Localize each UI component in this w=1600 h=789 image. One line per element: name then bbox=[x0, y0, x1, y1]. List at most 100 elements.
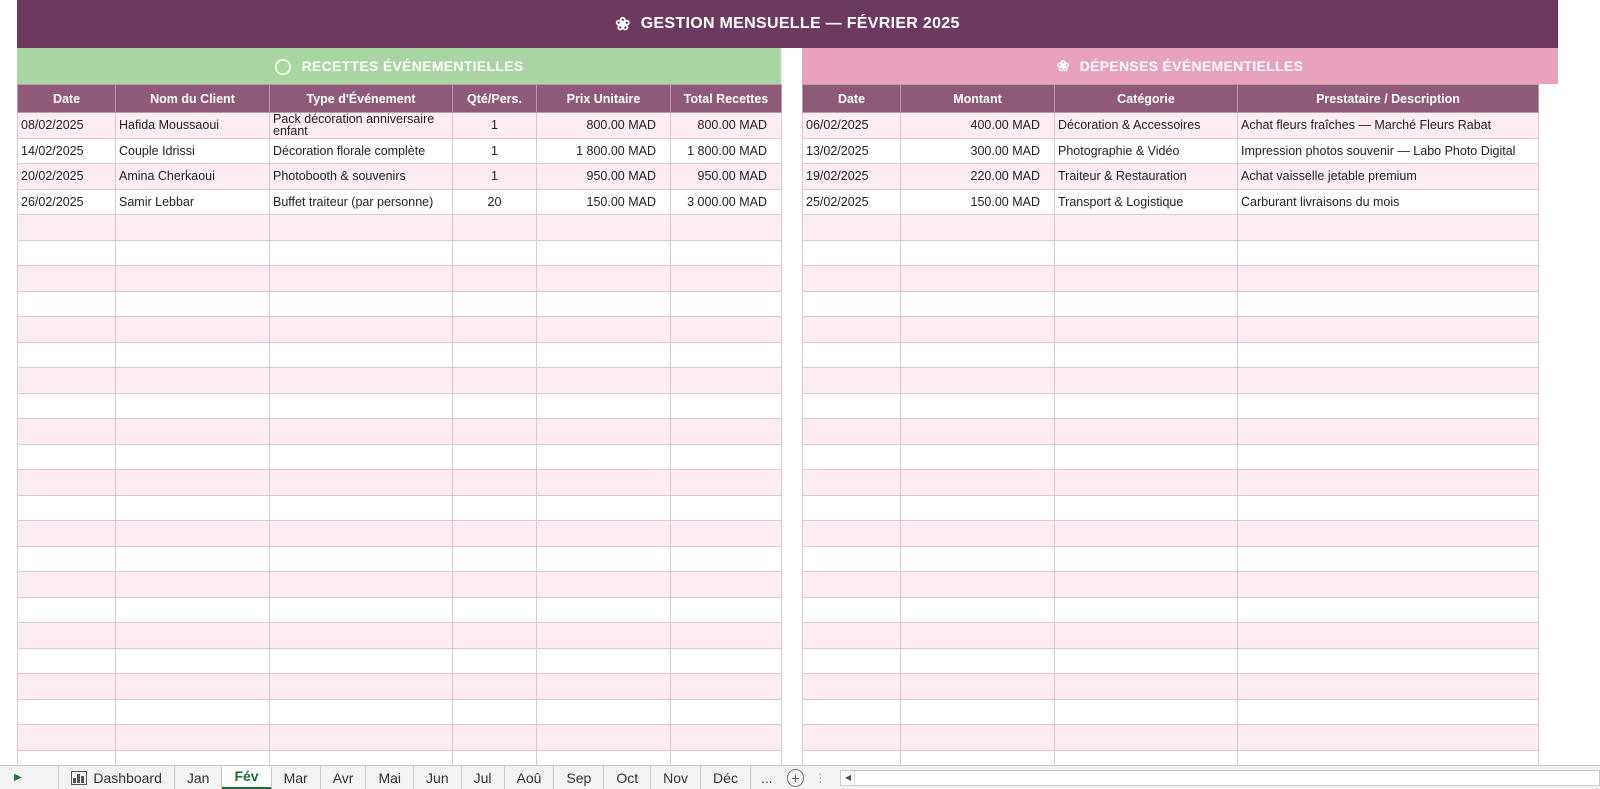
table-cell[interactable] bbox=[802, 596, 901, 623]
depenses-header-cell[interactable]: Montant bbox=[900, 84, 1055, 113]
recettes-header-cell[interactable]: Type d'Événement bbox=[269, 84, 453, 113]
table-cell[interactable] bbox=[269, 290, 453, 317]
table-cell[interactable]: Achat fleurs fraîches — Marché Fleurs Ra… bbox=[1237, 112, 1539, 139]
table-cell[interactable] bbox=[17, 290, 116, 317]
table-cell[interactable] bbox=[536, 647, 671, 674]
table-cell[interactable] bbox=[536, 596, 671, 623]
table-cell[interactable] bbox=[536, 571, 671, 598]
table-cell[interactable] bbox=[802, 673, 901, 700]
table-cell[interactable] bbox=[452, 622, 537, 649]
table-cell[interactable] bbox=[1237, 418, 1539, 445]
table-cell[interactable] bbox=[1237, 443, 1539, 470]
table-cell[interactable] bbox=[115, 392, 270, 419]
table-cell[interactable] bbox=[536, 443, 671, 470]
table-cell[interactable] bbox=[670, 520, 782, 547]
sheet-tab-month[interactable]: Fév bbox=[222, 765, 272, 789]
table-cell[interactable]: 400.00 MAD bbox=[900, 112, 1055, 139]
table-cell[interactable] bbox=[452, 392, 537, 419]
table-cell[interactable] bbox=[1237, 571, 1539, 598]
table-cell[interactable] bbox=[802, 724, 901, 751]
table-cell[interactable] bbox=[269, 418, 453, 445]
table-cell[interactable]: Impression photos souvenir — Labo Photo … bbox=[1237, 137, 1539, 164]
table-cell[interactable] bbox=[452, 367, 537, 394]
table-cell[interactable] bbox=[670, 341, 782, 368]
table-cell[interactable] bbox=[900, 698, 1055, 725]
table-cell[interactable] bbox=[1054, 469, 1238, 496]
table-cell[interactable] bbox=[452, 316, 537, 343]
table-cell[interactable] bbox=[802, 214, 901, 241]
table-cell[interactable] bbox=[17, 418, 116, 445]
table-cell[interactable]: 150.00 MAD bbox=[900, 188, 1055, 215]
table-cell[interactable] bbox=[670, 418, 782, 445]
table-cell[interactable]: 950.00 MAD bbox=[536, 163, 671, 190]
table-cell[interactable] bbox=[1054, 316, 1238, 343]
table-cell[interactable]: Carburant livraisons du mois bbox=[1237, 188, 1539, 215]
table-cell[interactable] bbox=[115, 239, 270, 266]
table-cell[interactable] bbox=[17, 239, 116, 266]
table-cell[interactable] bbox=[269, 545, 453, 572]
table-cell[interactable] bbox=[1054, 596, 1238, 623]
table-cell[interactable]: 220.00 MAD bbox=[900, 163, 1055, 190]
table-cell[interactable] bbox=[17, 367, 116, 394]
table-cell[interactable] bbox=[269, 622, 453, 649]
sheet-tab-month[interactable]: Déc bbox=[701, 765, 751, 789]
table-cell[interactable] bbox=[670, 290, 782, 317]
table-cell[interactable] bbox=[536, 698, 671, 725]
sheet-tab-month[interactable]: Avr bbox=[321, 765, 367, 789]
recettes-header-cell[interactable]: Nom du Client bbox=[115, 84, 270, 113]
table-cell[interactable] bbox=[115, 494, 270, 521]
table-cell[interactable] bbox=[269, 596, 453, 623]
table-cell[interactable]: Pack décoration anniversaire enfant bbox=[269, 112, 453, 139]
table-cell[interactable] bbox=[17, 545, 116, 572]
table-cell[interactable] bbox=[536, 239, 671, 266]
table-cell[interactable] bbox=[536, 673, 671, 700]
table-cell[interactable] bbox=[269, 673, 453, 700]
table-cell[interactable]: Couple Idrissi bbox=[115, 137, 270, 164]
table-cell[interactable] bbox=[115, 622, 270, 649]
table-cell[interactable] bbox=[1237, 367, 1539, 394]
table-cell[interactable] bbox=[900, 622, 1055, 649]
table-cell[interactable] bbox=[115, 341, 270, 368]
table-cell[interactable] bbox=[900, 392, 1055, 419]
depenses-header-cell[interactable]: Prestataire / Description bbox=[1237, 84, 1539, 113]
table-cell[interactable]: 150.00 MAD bbox=[536, 188, 671, 215]
table-cell[interactable] bbox=[900, 494, 1055, 521]
table-cell[interactable]: 13/02/2025 bbox=[802, 137, 901, 164]
table-cell[interactable] bbox=[1237, 647, 1539, 674]
table-cell[interactable]: 950.00 MAD bbox=[670, 163, 782, 190]
table-cell[interactable] bbox=[115, 367, 270, 394]
table-cell[interactable] bbox=[536, 290, 671, 317]
sheet-tab-month[interactable]: Jul bbox=[462, 765, 505, 789]
table-cell[interactable] bbox=[900, 214, 1055, 241]
table-cell[interactable] bbox=[802, 341, 901, 368]
table-cell[interactable] bbox=[802, 647, 901, 674]
table-cell[interactable] bbox=[1237, 494, 1539, 521]
table-cell[interactable] bbox=[900, 469, 1055, 496]
table-cell[interactable] bbox=[802, 392, 901, 419]
table-cell[interactable]: 1 bbox=[452, 112, 537, 139]
table-cell[interactable] bbox=[670, 494, 782, 521]
table-cell[interactable] bbox=[452, 418, 537, 445]
table-cell[interactable]: 06/02/2025 bbox=[802, 112, 901, 139]
table-cell[interactable] bbox=[452, 596, 537, 623]
table-cell[interactable] bbox=[802, 418, 901, 445]
table-cell[interactable] bbox=[900, 239, 1055, 266]
table-cell[interactable] bbox=[1237, 673, 1539, 700]
table-cell[interactable] bbox=[452, 290, 537, 317]
table-cell[interactable] bbox=[115, 316, 270, 343]
table-cell[interactable] bbox=[17, 724, 116, 751]
table-cell[interactable] bbox=[670, 239, 782, 266]
table-cell[interactable] bbox=[115, 265, 270, 292]
table-cell[interactable] bbox=[900, 265, 1055, 292]
table-cell[interactable] bbox=[802, 469, 901, 496]
table-cell[interactable] bbox=[536, 724, 671, 751]
scroll-left-icon[interactable]: ◀ bbox=[841, 770, 856, 785]
table-cell[interactable] bbox=[802, 494, 901, 521]
table-cell[interactable] bbox=[115, 443, 270, 470]
table-cell[interactable] bbox=[115, 673, 270, 700]
table-cell[interactable] bbox=[115, 698, 270, 725]
table-cell[interactable] bbox=[452, 673, 537, 700]
table-cell[interactable] bbox=[670, 469, 782, 496]
table-cell[interactable]: Amina Cherkaoui bbox=[115, 163, 270, 190]
table-cell[interactable]: Achat vaisselle jetable premium bbox=[1237, 163, 1539, 190]
